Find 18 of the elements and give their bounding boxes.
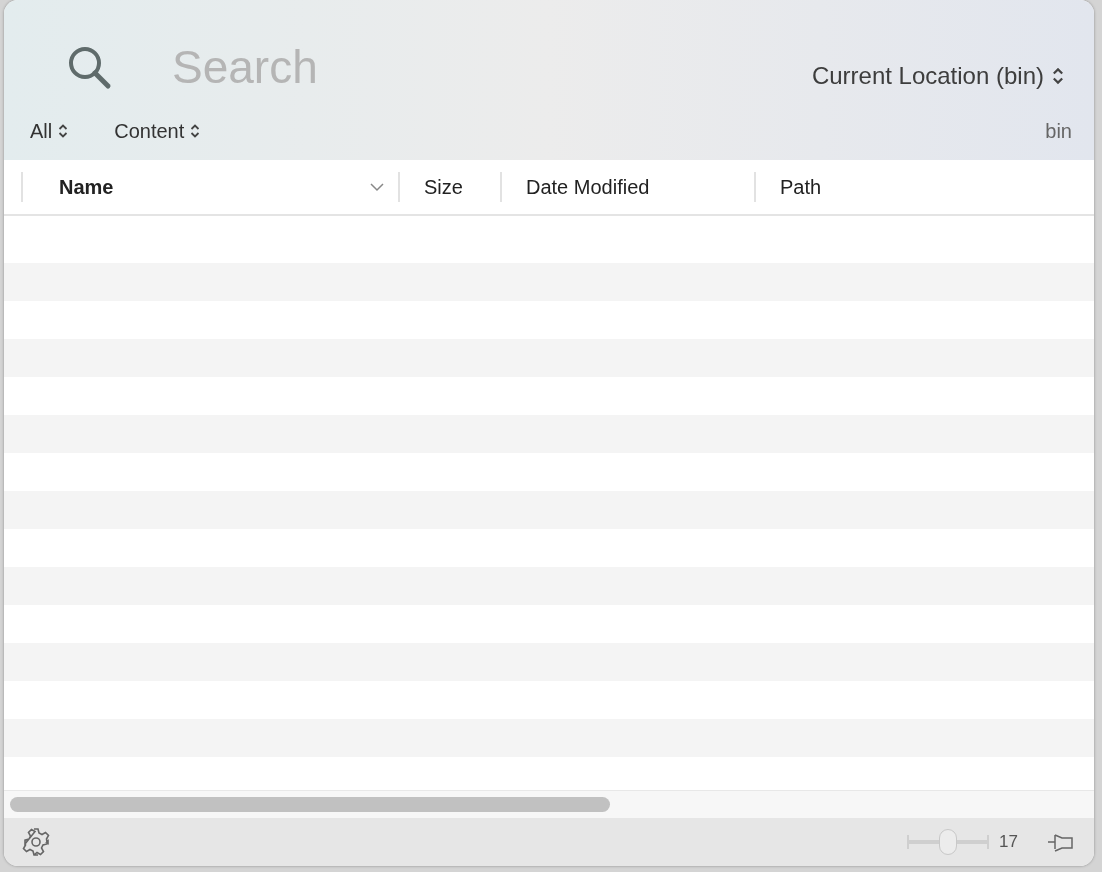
search-field[interactable]: Search [172, 39, 592, 95]
zoom-value: 17 [999, 831, 1018, 854]
search-icon [66, 44, 112, 90]
horizontal-scrollbar[interactable] [10, 797, 610, 812]
filter-popup[interactable]: All [30, 116, 69, 146]
location-label: bin [1045, 119, 1072, 144]
column-heading[interactable]: Name [23, 172, 400, 202]
updown-chevron-icon [190, 123, 201, 139]
column-heading[interactable]: Path [756, 172, 1094, 202]
chevron-down-icon [370, 182, 384, 192]
settings-icon[interactable] [21, 827, 51, 857]
updown-chevron-icon [1052, 65, 1064, 87]
updown-chevron-icon [58, 123, 69, 139]
column-heading[interactable]: Size [400, 172, 502, 202]
column-heading[interactable]: Date Modified [502, 172, 756, 202]
filter-popup[interactable]: Content [114, 116, 201, 146]
location-popup[interactable]: Current Location (bin) [811, 58, 1064, 94]
zoom-slider[interactable] [907, 829, 990, 855]
